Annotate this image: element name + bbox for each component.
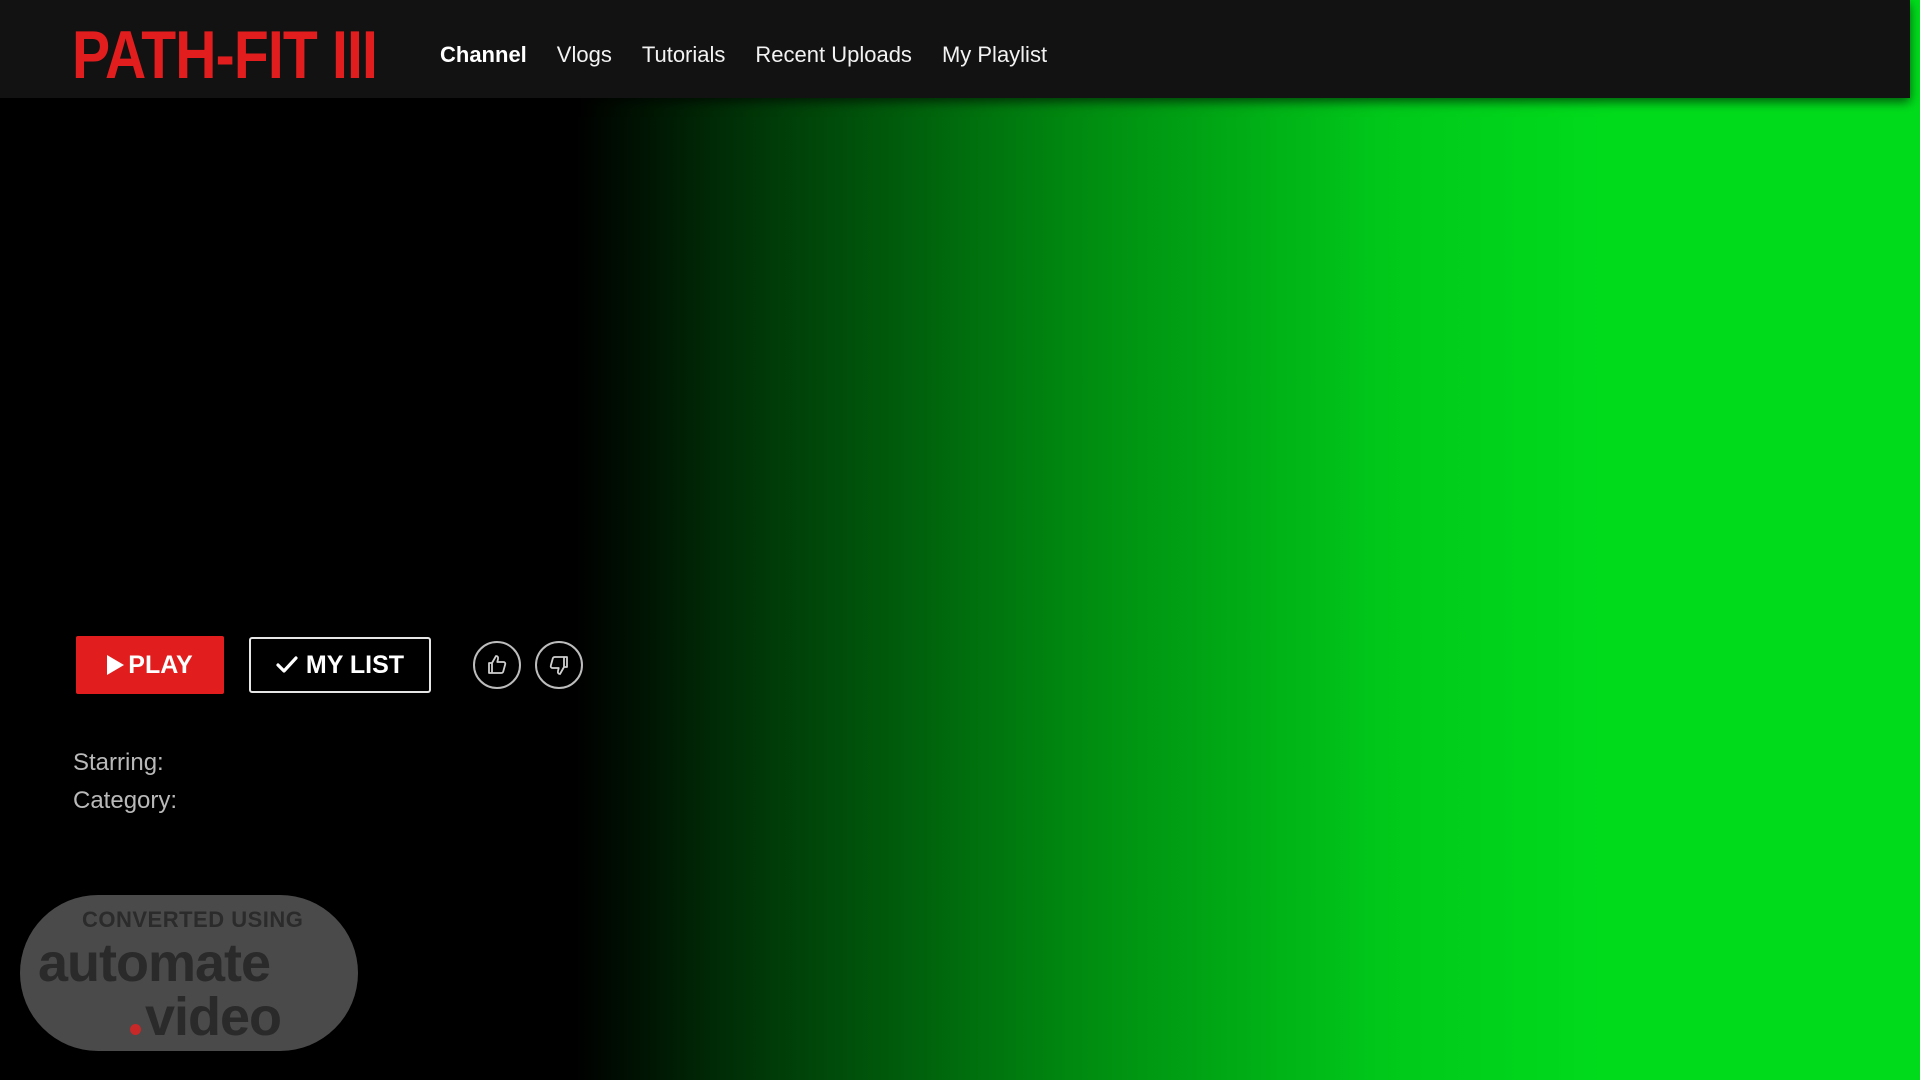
nav-item-tutorials[interactable]: Tutorials	[642, 42, 726, 68]
nav-item-vlogs[interactable]: Vlogs	[557, 42, 612, 68]
like-button[interactable]	[473, 641, 521, 689]
play-button-label: PLAY	[128, 650, 193, 679]
watermark-main-text: automate	[38, 933, 271, 993]
hero-background: PATH-FIT III Channel Vlogs Tutorials Rec…	[0, 0, 1920, 1080]
hero-actions: PLAY MY LIST	[76, 636, 583, 694]
my-list-button-label: MY LIST	[305, 650, 405, 679]
thumbs-down-icon	[549, 656, 568, 675]
watermark-dot	[130, 1024, 141, 1035]
nav-item-recent-uploads[interactable]: Recent Uploads	[755, 42, 912, 68]
watermark-sub-text: video	[145, 987, 282, 1047]
dislike-button[interactable]	[535, 641, 583, 689]
nav-item-channel[interactable]: Channel	[440, 42, 527, 68]
site-logo[interactable]: PATH-FIT III	[72, 14, 378, 96]
video-meta: Starring: Category:	[73, 744, 177, 820]
play-button[interactable]: PLAY	[76, 636, 224, 694]
thumbs-up-icon	[488, 655, 507, 674]
category-label: Category:	[73, 787, 178, 814]
my-list-button[interactable]: MY LIST	[249, 637, 431, 693]
checkmark-icon	[276, 656, 298, 673]
play-icon	[107, 655, 125, 675]
main-nav: Channel Vlogs Tutorials Recent Uploads M…	[440, 0, 1047, 110]
converter-watermark: CONVERTED USING automate video	[20, 895, 358, 1051]
nav-item-my-playlist[interactable]: My Playlist	[942, 42, 1047, 68]
watermark-top-text: CONVERTED USING	[82, 907, 304, 932]
watermark-sub-line: video	[130, 987, 282, 1047]
starring-label: Starring:	[73, 749, 164, 776]
top-navigation-bar: PATH-FIT III Channel Vlogs Tutorials Rec…	[0, 0, 1910, 98]
